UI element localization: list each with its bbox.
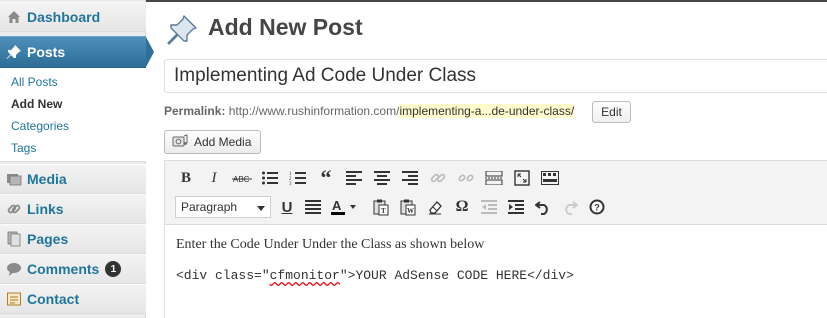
editor-code-line: <div class="cfmonitor">YOUR AdSense CODE… [176,268,574,283]
editor-content[interactable]: Enter the Code Under Under the Class as … [165,226,827,283]
post-editor: B I ABC 123 “ Paragraph U A T W Ω ? Ente… [164,160,827,318]
format-select-value: Paragraph [181,200,238,214]
contact-form-icon [6,291,22,307]
menu-media-label: Media [27,171,67,187]
editor-paragraph: Enter the Code Under Under the Class as … [176,237,485,252]
pages-icon [6,231,22,247]
code-suffix: ">YOUR AdSense CODE HERE</div> [339,268,574,283]
permalink-base-url: http://www.rushinformation.com/ [228,104,400,118]
permalink-row: Permalink: http://www.rushinformation.co… [164,104,575,118]
menu-posts-label: Posts [27,44,66,60]
menu-comments-label: Comments [27,261,100,277]
menu-contact[interactable]: Contact [0,284,146,314]
menu-contact-label: Contact [27,291,80,307]
admin-sidebar: Dashboard Posts All Posts Add New Catego… [0,0,154,318]
add-media-button[interactable]: Add Media [164,130,261,154]
page-title: Add New Post [208,14,363,40]
paste-from-word-icon[interactable]: W [397,196,419,218]
submenu-categories[interactable]: Categories [11,119,69,133]
add-media-label: Add Media [194,135,252,149]
indent-icon[interactable] [505,196,527,218]
italic-icon[interactable]: I [203,167,225,189]
posts-submenu: All Posts Add New Categories Tags [0,68,146,162]
menu-dashboard[interactable]: Dashboard [0,2,146,32]
pushpin-icon [6,44,22,60]
justify-icon[interactable] [302,196,324,218]
insert-more-icon[interactable] [483,167,505,189]
menu-dashboard-label: Dashboard [27,9,101,25]
help-icon[interactable]: ? [586,196,608,218]
numbered-list-icon[interactable]: 123 [287,167,309,189]
unlink-icon[interactable] [455,167,477,189]
redo-icon[interactable] [559,196,581,218]
chevron-down-icon [257,206,265,211]
edit-permalink-button[interactable]: Edit [592,101,631,123]
camera-music-icon [172,133,188,151]
fullscreen-icon[interactable] [511,167,533,189]
editor-toolbar: B I ABC 123 “ Paragraph U A T W Ω ? [165,161,827,225]
svg-text:3: 3 [289,182,292,186]
svg-text:W: W [407,207,414,215]
house-icon [6,9,22,25]
submenu-tags[interactable]: Tags [11,141,36,155]
align-right-icon[interactable] [399,167,421,189]
misspelled-word: cfmonitor [269,268,340,283]
clear-formatting-icon[interactable] [424,196,446,218]
paste-as-text-icon[interactable]: T [370,196,392,218]
format-select[interactable]: Paragraph [175,196,271,218]
svg-text:?: ? [594,203,600,213]
bold-icon[interactable]: B [175,167,197,189]
submenu-all-posts[interactable]: All Posts [11,75,58,89]
menu-comments[interactable]: Comments 1 [0,254,146,284]
menu-posts[interactable]: Posts [0,36,154,68]
submenu-add-new[interactable]: Add New [11,97,62,111]
toolbar-toggle-icon[interactable] [539,167,561,189]
special-character-icon[interactable]: Ω [451,196,473,218]
menu-media[interactable]: Media [0,164,146,194]
menu-links-label: Links [27,201,64,217]
insert-link-icon[interactable] [427,167,449,189]
undo-icon[interactable] [532,196,554,218]
menu-pages[interactable]: Pages [0,224,146,254]
pushpin-icon [166,14,198,46]
underline-icon[interactable]: U [276,196,298,218]
post-title-input[interactable] [164,59,827,93]
bullet-list-icon[interactable] [259,167,281,189]
code-prefix: <div class=" [176,268,270,283]
comments-count-badge: 1 [105,261,122,277]
align-center-icon[interactable] [371,167,393,189]
text-color-icon[interactable]: A [328,196,362,218]
media-icon [6,171,22,187]
blockquote-icon[interactable]: “ [315,165,337,190]
outdent-icon[interactable] [478,196,500,218]
menu-pages-label: Pages [27,231,69,247]
svg-text:T: T [381,207,386,215]
menu-links[interactable]: Links [0,194,146,224]
svg-text:A: A [332,198,342,213]
align-left-icon[interactable] [343,167,365,189]
permalink-slug[interactable]: implementing-a...de-under-class/ [399,104,575,118]
speech-bubble-icon [6,261,22,277]
strikethrough-icon[interactable]: ABC [231,167,253,189]
chain-link-icon [6,201,22,217]
permalink-label: Permalink: [164,104,226,118]
admin-top-border [146,0,827,2]
